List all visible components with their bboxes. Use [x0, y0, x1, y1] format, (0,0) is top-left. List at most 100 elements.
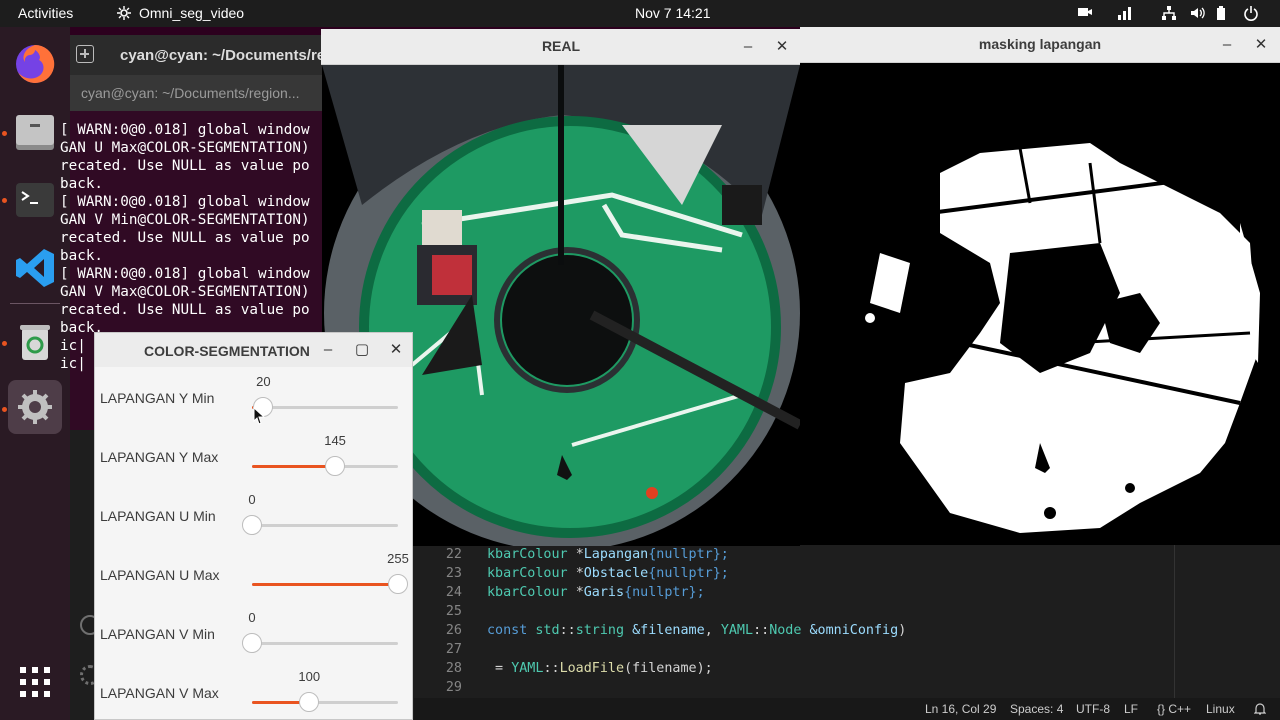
code-token: YAML	[720, 623, 754, 638]
trackbar-knob[interactable]	[242, 515, 262, 535]
firefox-icon[interactable]	[8, 37, 62, 91]
status-encoding[interactable]: UTF-8	[1076, 702, 1110, 716]
color-segmentation-window[interactable]: COLOR-SEGMENTATION – ▢ ✕ LAPANGAN Y Min 2…	[94, 332, 413, 720]
status-bar: Ln 16, Col 29 Spaces: 4 UTF-8 LF {} C++ …	[414, 698, 1280, 720]
line-number: 22	[445, 547, 462, 562]
trackbar-label: LAPANGAN V Max	[100, 685, 219, 701]
mask-image	[800, 63, 1280, 545]
trash-icon[interactable]	[8, 315, 62, 369]
code-token: &omniConfig	[809, 623, 899, 638]
power-icon[interactable]	[1243, 5, 1259, 24]
code-editor[interactable]: 22 kbarColour *Lapangan{nullptr}; 23 kbarCo…	[414, 545, 1280, 720]
terminal-title: cyan@cyan: ~/Documents/re	[120, 47, 326, 64]
activities-button[interactable]: Activities	[18, 5, 73, 21]
network-wired-icon[interactable]	[1117, 5, 1135, 24]
trackbar-knob[interactable]	[242, 633, 262, 653]
screencast-icon[interactable]	[1077, 5, 1093, 22]
trackbar-knob[interactable]	[325, 456, 346, 476]
code-token: kbarColour	[487, 547, 576, 562]
trackbar-track[interactable]	[252, 456, 398, 476]
trackbar-track[interactable]	[252, 574, 408, 594]
terminal-titlebar: cyan@cyan: ~/Documents/re	[70, 35, 330, 75]
code-text: kbarColour *Lapangan{nullptr};	[487, 547, 729, 562]
real-window-title: REAL	[541, 38, 581, 54]
trackbar-label: LAPANGAN Y Max	[100, 449, 219, 465]
trackbar-track[interactable]	[252, 692, 398, 712]
trackbar-label: LAPANGAN U Min	[100, 508, 216, 524]
running-indicator	[2, 407, 7, 412]
files-icon[interactable]	[8, 105, 62, 159]
code-token: ,	[704, 623, 721, 638]
code-token: Garis	[583, 585, 625, 600]
real-window-titlebar[interactable]: REAL – ✕	[321, 29, 801, 65]
close-button[interactable]: ✕	[386, 340, 406, 360]
trackbar-knob[interactable]	[388, 574, 408, 594]
trackbar-value: 255	[387, 551, 409, 566]
code-token: ::	[753, 623, 770, 638]
network-icon[interactable]	[1161, 5, 1177, 24]
trackbar-track[interactable]	[252, 397, 398, 417]
new-tab-icon[interactable]	[76, 45, 94, 63]
code-token: std	[535, 623, 560, 638]
code-token: {nullptr};	[648, 566, 729, 581]
status-eol[interactable]: LF	[1124, 702, 1138, 716]
close-button[interactable]: ✕	[1251, 35, 1271, 55]
code-token: (filename);	[624, 661, 713, 676]
terminal-line: [ WARN:0@0.018] global window	[60, 266, 310, 282]
code-text: kbarColour *Garis{nullptr};	[487, 585, 705, 600]
code-token: )	[898, 623, 907, 638]
trackbar-value: 100	[298, 669, 321, 684]
volume-icon[interactable]	[1189, 5, 1205, 24]
notifications-bell-icon[interactable]	[1253, 702, 1267, 718]
minimize-button[interactable]: –	[738, 37, 758, 57]
status-spaces[interactable]: Spaces: 4	[1010, 702, 1063, 716]
trackbar-knob[interactable]	[299, 692, 320, 712]
line-number: 23	[445, 566, 462, 581]
terminal-line: [ WARN:0@0.018] global window	[60, 122, 310, 138]
trackbar-value: 20	[256, 374, 271, 389]
code-token: Lapangan	[583, 547, 649, 562]
minimize-button[interactable]: –	[1217, 35, 1237, 55]
status-language[interactable]: {} C++	[1157, 702, 1191, 716]
terminal-tab[interactable]: cyan@cyan: ~/Documents/region...	[70, 75, 330, 111]
code-token: string	[575, 623, 633, 638]
code-token: YAML	[511, 661, 544, 676]
mask-window-titlebar[interactable]: masking lapangan – ✕	[800, 27, 1280, 63]
top-bar: Activities Omni_seg_video Nov 7 14:21	[0, 0, 1280, 27]
battery-icon[interactable]	[1215, 5, 1227, 24]
terminal-line: back.	[60, 176, 104, 192]
running-indicator	[2, 198, 7, 203]
running-indicator	[2, 341, 7, 346]
code-token: Obstacle	[583, 566, 649, 581]
app-menu-label[interactable]: Omni_seg_video	[139, 5, 244, 21]
terminal-line: recated. Use NULL as value po	[60, 230, 310, 246]
line-number: 27	[445, 642, 462, 657]
code-token: kbarColour	[487, 585, 576, 600]
minimize-button[interactable]: –	[318, 340, 338, 360]
trackbar-track[interactable]	[242, 515, 398, 535]
settings-icon[interactable]	[8, 380, 62, 434]
terminal-tab-label: cyan@cyan: ~/Documents/region...	[81, 85, 300, 101]
code-token: &filename	[632, 623, 705, 638]
terminal-line: [ WARN:0@0.018] global window	[60, 194, 310, 210]
trackbar-label: LAPANGAN V Min	[100, 626, 215, 642]
vscode-icon[interactable]	[8, 241, 62, 295]
terminal-line: recated. Use NULL as value po	[60, 302, 310, 318]
app-menu-icon[interactable]	[116, 5, 132, 24]
status-os[interactable]: Linux	[1206, 702, 1235, 716]
code-token: LoadFile	[559, 661, 625, 676]
status-position[interactable]: Ln 16, Col 29	[925, 702, 996, 716]
maximize-button[interactable]: ▢	[352, 340, 372, 360]
trackbar-track[interactable]	[242, 633, 398, 653]
close-button[interactable]: ✕	[772, 37, 792, 57]
running-indicator	[2, 131, 7, 136]
clock[interactable]: Nov 7 14:21	[635, 5, 711, 21]
terminal-icon[interactable]	[8, 173, 62, 227]
color-segmentation-titlebar[interactable]: COLOR-SEGMENTATION – ▢ ✕	[95, 333, 412, 367]
code-text: const std::string &filename, YAML::Node …	[487, 623, 906, 638]
code-token: *	[575, 585, 584, 600]
code-token: const	[487, 623, 536, 638]
line-number: 26	[445, 623, 462, 638]
mask-view	[800, 63, 1280, 545]
show-apps-icon[interactable]	[8, 655, 62, 709]
